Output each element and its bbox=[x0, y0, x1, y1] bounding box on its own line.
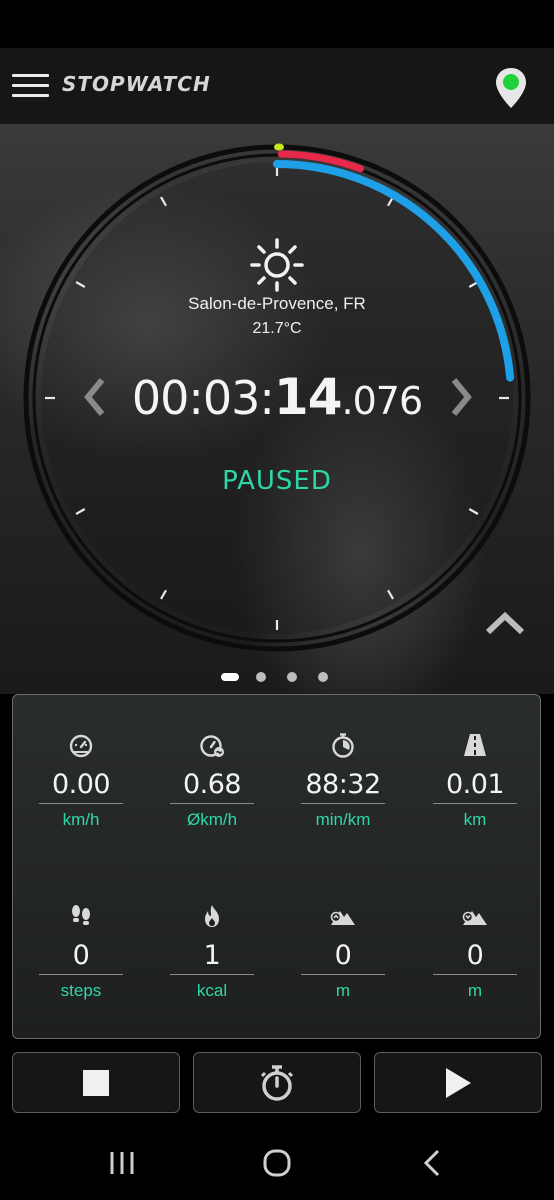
app-bar: STOPWATCH bbox=[0, 48, 554, 124]
play-button[interactable] bbox=[374, 1052, 542, 1113]
stat-unit: km bbox=[463, 810, 487, 829]
stat-distance[interactable]: 0.01 km bbox=[433, 732, 517, 830]
stat-unit: m bbox=[335, 981, 351, 1000]
play-icon bbox=[446, 1067, 471, 1098]
stopwatch-dial-area: Salon-de-Provence, FR 21.7°C 00:03:14.07… bbox=[0, 124, 554, 694]
time-milliseconds: .076 bbox=[341, 379, 424, 423]
sun-icon bbox=[250, 238, 304, 292]
system-navigation-bar bbox=[0, 1124, 554, 1200]
gps-location-icon[interactable] bbox=[494, 66, 528, 110]
page-dot-2[interactable] bbox=[256, 672, 266, 682]
weather-location: Salon-de-Provence, FR bbox=[188, 294, 366, 313]
road-icon bbox=[464, 734, 486, 756]
stat-value: 0 bbox=[39, 937, 123, 975]
stopwatch-icon bbox=[332, 733, 354, 758]
stat-value: 88:32 bbox=[301, 766, 385, 804]
stop-button[interactable] bbox=[12, 1052, 180, 1113]
stats-panel: 0.00 km/h 0.68 Økm/h 88:32 min/km 0.01 k bbox=[12, 694, 541, 1039]
weather-temperature: 21.7°C bbox=[252, 320, 302, 337]
footsteps-icon bbox=[72, 905, 90, 925]
stat-unit: steps bbox=[60, 981, 102, 1000]
menu-icon-line bbox=[12, 74, 49, 77]
app-title: STOPWATCH bbox=[62, 72, 211, 96]
time-seconds: 14 bbox=[273, 368, 343, 426]
stat-elevation-gain[interactable]: 0 m bbox=[301, 903, 385, 1001]
page-dot-3[interactable] bbox=[287, 672, 297, 682]
page-dot-4[interactable] bbox=[318, 672, 328, 682]
stat-value: 0.68 bbox=[170, 766, 254, 804]
stat-pace[interactable]: 88:32 min/km bbox=[301, 732, 385, 830]
home-icon[interactable] bbox=[257, 1146, 297, 1180]
elevation-down-icon bbox=[462, 911, 487, 925]
speedometer-icon bbox=[69, 734, 93, 758]
chevron-right-icon[interactable] bbox=[446, 374, 476, 420]
menu-icon-line bbox=[12, 94, 49, 97]
menu-button[interactable] bbox=[12, 72, 50, 100]
time-hours-minutes: 00:03: bbox=[131, 371, 275, 425]
stat-unit: min/km bbox=[315, 810, 371, 829]
stat-unit: m bbox=[467, 981, 483, 1000]
stopwatch-icon bbox=[260, 1064, 294, 1101]
stat-unit: kcal bbox=[196, 981, 228, 1000]
average-speed-icon bbox=[200, 735, 224, 757]
page-dot-1[interactable] bbox=[221, 673, 239, 681]
lap-button[interactable] bbox=[193, 1052, 361, 1113]
back-icon[interactable] bbox=[412, 1146, 452, 1180]
elevation-up-icon bbox=[330, 911, 355, 925]
stat-elevation-loss[interactable]: 0 m bbox=[433, 903, 517, 1001]
stat-value: 0.01 bbox=[433, 766, 517, 804]
start-marker bbox=[274, 143, 284, 151]
stat-unit: Økm/h bbox=[186, 810, 238, 829]
stat-calories[interactable]: 1 kcal bbox=[170, 903, 254, 1001]
timer-controls bbox=[12, 1052, 542, 1114]
stop-icon bbox=[83, 1069, 109, 1096]
recent-apps-icon[interactable] bbox=[102, 1146, 142, 1180]
menu-icon-line bbox=[12, 84, 49, 87]
timer-status: PAUSED bbox=[222, 466, 332, 496]
chevron-up-icon[interactable] bbox=[484, 608, 526, 638]
flame-icon bbox=[205, 905, 219, 927]
stat-speed[interactable]: 0.00 km/h bbox=[39, 732, 123, 830]
stat-value: 0 bbox=[301, 937, 385, 975]
stat-value: 0.00 bbox=[39, 766, 123, 804]
page-indicator bbox=[0, 669, 554, 683]
stat-value: 1 bbox=[170, 937, 254, 975]
stat-value: 0 bbox=[433, 937, 517, 975]
stat-steps[interactable]: 0 steps bbox=[39, 903, 123, 1001]
stat-average-speed[interactable]: 0.68 Økm/h bbox=[170, 732, 254, 830]
status-bar bbox=[0, 0, 554, 48]
stat-unit: km/h bbox=[62, 810, 100, 829]
